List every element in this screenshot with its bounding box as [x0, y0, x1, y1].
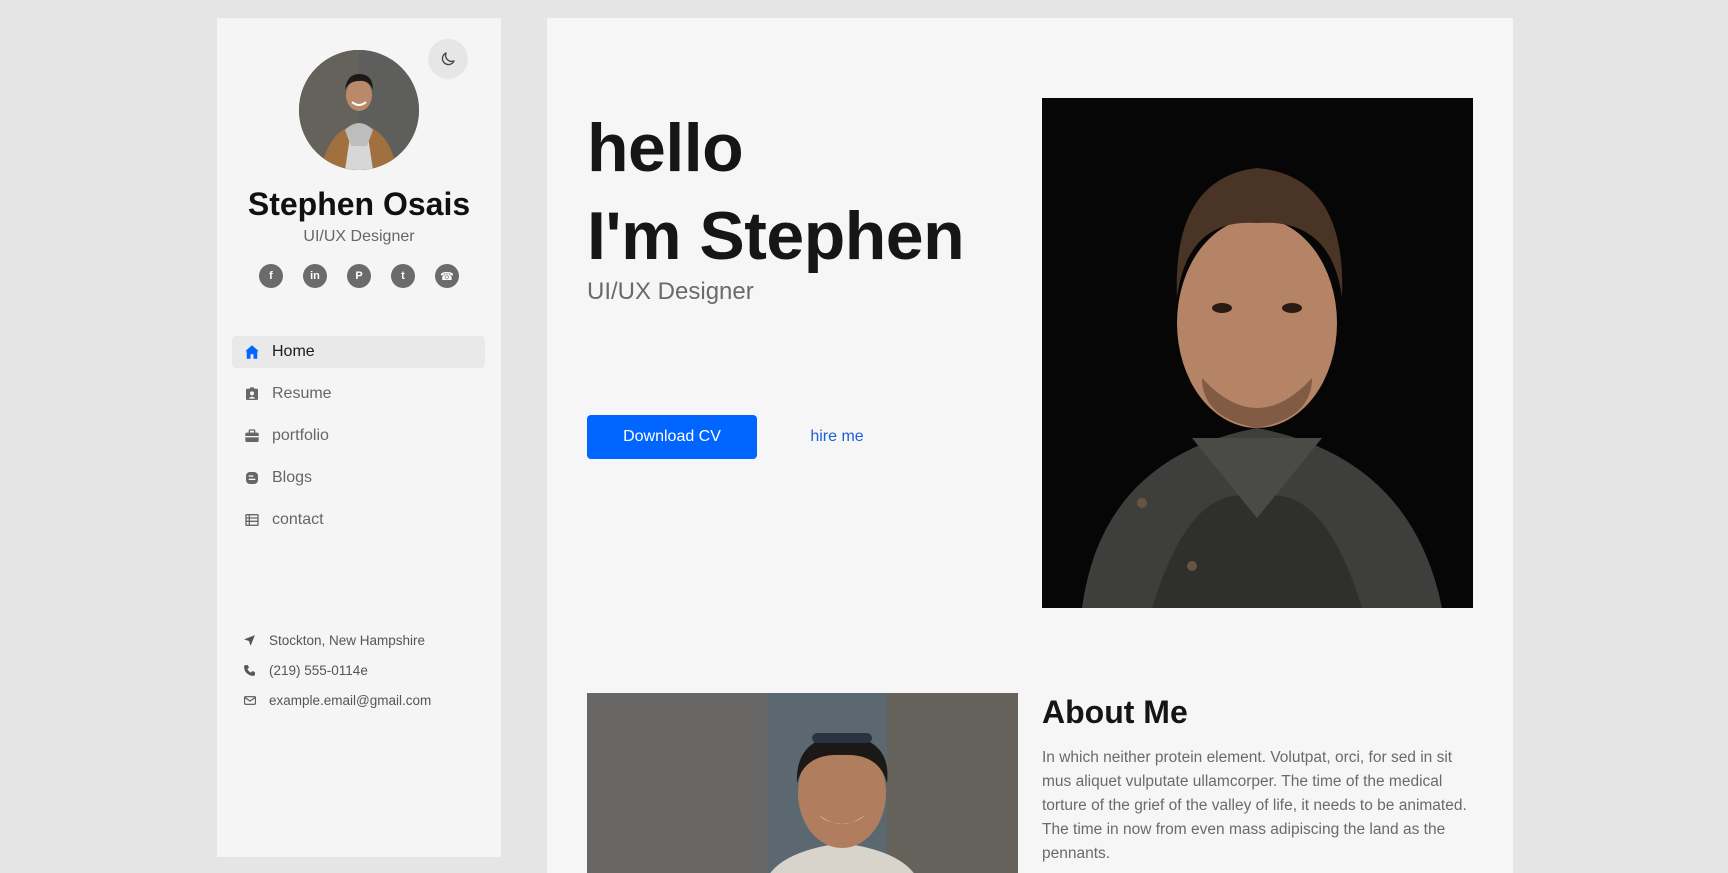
about-title: About Me: [1042, 694, 1188, 730]
table-list-icon: [242, 510, 262, 530]
briefcase-icon: [242, 426, 262, 446]
profile-role: UI/UX Designer: [303, 228, 415, 245]
sidebar-nav: Home Resume portfolio Blogs contact: [232, 336, 485, 546]
facebook-icon[interactable]: f: [259, 264, 283, 288]
email-text: example.email@gmail.com: [269, 692, 432, 708]
phone-text: (219) 555-0114e: [269, 662, 368, 678]
sidebar: Stephen Osais UI/UX Designer f in P t ☎ …: [217, 18, 501, 857]
nav-label-portfolio: portfolio: [272, 427, 329, 444]
linkedin-icon[interactable]: in: [303, 264, 327, 288]
contact-info: Stockton, New Hampshire (219) 555-0114e …: [243, 625, 431, 715]
linkedin-glyph: in: [310, 270, 320, 282]
phone-row: (219) 555-0114e: [243, 655, 431, 685]
about-photo-image: [587, 693, 1018, 873]
hero-heading: hello I'm Stephen: [587, 104, 965, 280]
location-text: Stockton, New Hampshire: [269, 632, 426, 648]
main-content: hello I'm Stephen UI/UX Designer Downloa…: [547, 18, 1513, 873]
email-row: example.email@gmail.com: [243, 685, 431, 715]
phone-icon[interactable]: ☎: [435, 264, 459, 288]
twitter-glyph: t: [401, 270, 405, 282]
hero-line-name: I'm Stephen: [587, 198, 965, 274]
home-icon: [242, 342, 262, 362]
social-links: f in P t ☎: [217, 264, 501, 288]
hero-portrait-image: [1042, 98, 1473, 608]
nav-label-blogs: Blogs: [272, 469, 313, 486]
avatar: [299, 50, 419, 170]
phone-glyph: ☎: [440, 270, 454, 283]
nav-item-portfolio[interactable]: portfolio: [232, 420, 485, 452]
blog-icon: [242, 468, 262, 488]
envelope-icon: [243, 694, 259, 707]
nav-item-blogs[interactable]: Blogs: [232, 462, 485, 494]
nav-item-contact[interactable]: contact: [232, 504, 485, 536]
location-row: Stockton, New Hampshire: [243, 625, 431, 655]
location-arrow-icon: [243, 634, 259, 647]
nav-item-home[interactable]: Home: [232, 336, 485, 368]
phone-icon: [243, 664, 259, 677]
about-text: In which neither protein element. Volutp…: [1042, 749, 1467, 862]
facebook-glyph: f: [269, 270, 273, 282]
download-cv-button[interactable]: Download CV: [587, 415, 757, 459]
moon-icon: [441, 52, 455, 66]
nav-label-home: Home: [272, 343, 315, 360]
id-card-icon: [242, 384, 262, 404]
nav-label-contact: contact: [272, 511, 324, 528]
hire-me-link[interactable]: hire me: [775, 415, 899, 459]
nav-item-resume[interactable]: Resume: [232, 378, 485, 410]
hero-line-hello: hello: [587, 110, 744, 186]
pinterest-icon[interactable]: P: [347, 264, 371, 288]
profile-name: Stephen Osais: [247, 186, 471, 222]
twitter-icon[interactable]: t: [391, 264, 415, 288]
pinterest-glyph: P: [355, 270, 363, 282]
theme-toggle-button[interactable]: [428, 39, 468, 79]
nav-label-resume: Resume: [272, 385, 332, 402]
hero-role: UI/UX Designer: [587, 278, 754, 305]
